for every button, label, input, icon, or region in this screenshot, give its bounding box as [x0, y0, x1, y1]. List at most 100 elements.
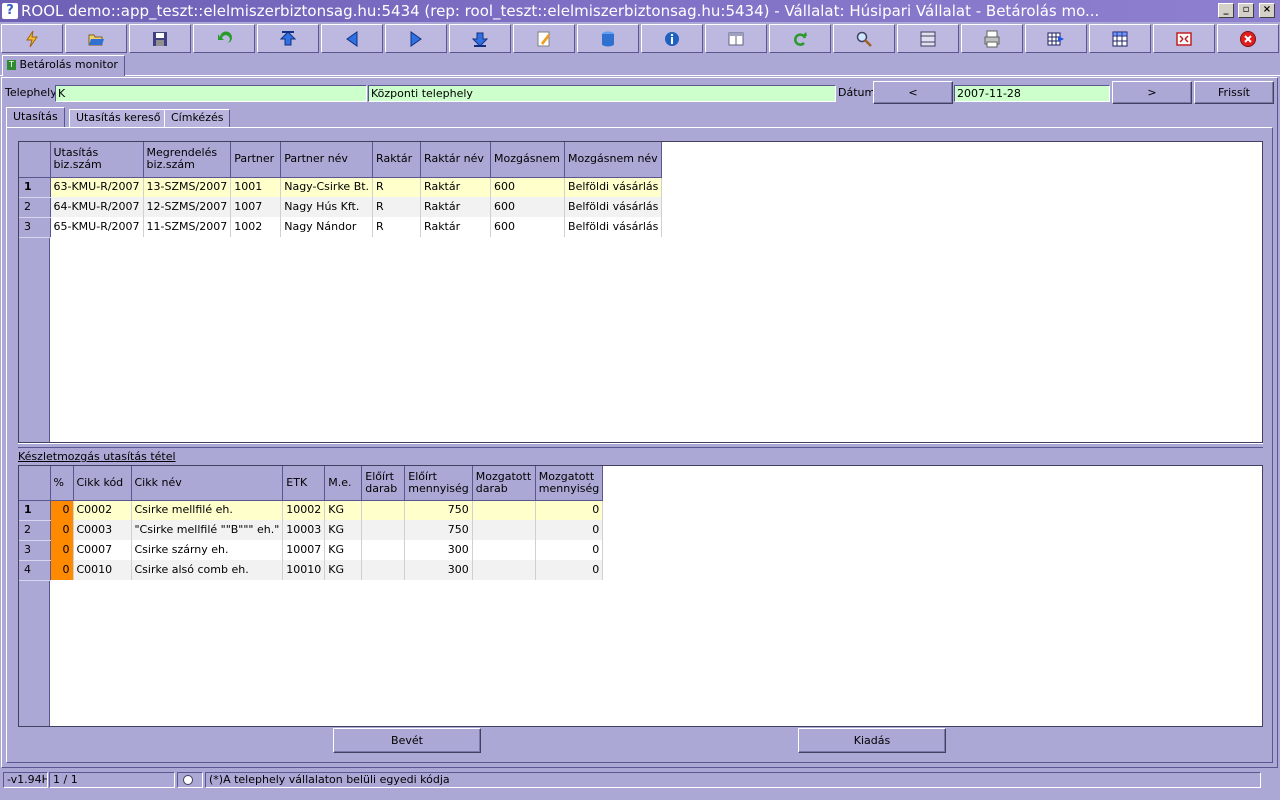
bevet-button[interactable]: Bevét [333, 728, 481, 753]
table-cell[interactable]: 1002 [230, 217, 282, 237]
table-cell[interactable]: 0 [535, 500, 604, 520]
utasitas-grid[interactable]: Utasítás biz.szám Megrendelés biz.szám P… [18, 141, 1263, 443]
table-row[interactable]: 3 65-KMU-R/2007 11-SZMS/2007 1002 Nagy Nándo… [19, 217, 663, 238]
table-cell[interactable] [472, 560, 536, 580]
table-cell[interactable]: Raktár [420, 197, 492, 217]
table-cell[interactable]: 0 [50, 540, 74, 560]
table-cell[interactable] [472, 520, 536, 540]
table-cell[interactable]: R [372, 217, 422, 237]
col-me[interactable]: M.e. [324, 466, 363, 501]
table-cell[interactable]: C0002 [73, 500, 132, 520]
table-cell[interactable]: Nagy-Csirke Bt. [280, 177, 374, 197]
info-button[interactable] [641, 24, 703, 53]
table-cell[interactable]: Raktár [420, 217, 492, 237]
last-record-button[interactable] [449, 24, 511, 53]
table-cell[interactable]: 0 [50, 560, 74, 580]
table-cell[interactable]: Raktár [420, 177, 492, 197]
col-mozgatott-mennyiseg[interactable]: Mozgatott mennyiség [535, 466, 604, 501]
edit-pencil-button[interactable] [513, 24, 575, 53]
tab-cimkezes[interactable]: Címkézés [164, 109, 231, 128]
close-window-button[interactable]: × [1259, 3, 1275, 18]
refresh-button[interactable]: Frissít [1194, 81, 1274, 104]
row-number[interactable]: 3 [19, 540, 51, 561]
table-cell[interactable]: 63-KMU-R/2007 [50, 177, 144, 197]
col-utasitas-biz[interactable]: Utasítás biz.szám [50, 142, 144, 178]
telephely-name-field[interactable]: Központi telephely [368, 85, 836, 102]
table-cell[interactable]: KG [324, 560, 363, 580]
table-cell[interactable] [472, 500, 536, 520]
first-record-button[interactable] [257, 24, 319, 53]
undo-arrow-button[interactable] [193, 24, 255, 53]
col-cikk-kod[interactable]: Cikk kód [73, 466, 132, 501]
table-cell[interactable]: 300 [404, 560, 473, 580]
tetel-grid[interactable]: % Cikk kód Cikk név ETK M.e. Előírt dara… [18, 465, 1263, 727]
col-mozgasnem[interactable]: Mozgásnem [490, 142, 566, 178]
table-cell[interactable]: 0 [535, 560, 604, 580]
table-cell[interactable]: R [372, 177, 422, 197]
col-etk[interactable]: ETK [282, 466, 326, 501]
table-cell[interactable]: 0 [50, 500, 74, 520]
minimize-button[interactable]: _ [1218, 3, 1234, 18]
col-cikk-nev[interactable]: Cikk név [131, 466, 284, 501]
col-mozgatott-darab[interactable]: Mozgatott darab [472, 466, 536, 501]
row-number[interactable]: 4 [19, 560, 51, 581]
table-cell[interactable]: Belföldi vásárlás [564, 177, 663, 197]
col-raktar-nev[interactable]: Raktár név [420, 142, 492, 178]
refresh-button[interactable] [769, 24, 831, 53]
search-button[interactable] [833, 24, 895, 53]
col-percent[interactable]: % [50, 466, 74, 501]
grid-settings-button[interactable] [1089, 24, 1151, 53]
table-cell[interactable] [361, 520, 406, 540]
lightning-button[interactable] [1, 24, 63, 53]
col-mozgasnem-nev[interactable]: Mozgásnem név [564, 142, 663, 178]
table-cell[interactable]: Belföldi vásárlás [564, 197, 663, 217]
table-cell[interactable]: 1001 [230, 177, 282, 197]
table-cell[interactable]: Csirke alsó comb eh. [131, 560, 284, 580]
table-cell[interactable]: 10007 [282, 540, 326, 560]
table-cell[interactable]: 10010 [282, 560, 326, 580]
table-cell[interactable]: 600 [490, 217, 566, 237]
row-number[interactable]: 1 [19, 177, 51, 198]
table-row[interactable]: 1 0 C0002 Csirke mellfilé eh. 10002 KG 750 0 [19, 500, 604, 521]
col-partner-nev[interactable]: Partner név [280, 142, 374, 178]
table-cell[interactable]: KG [324, 520, 363, 540]
table-cell[interactable]: C0003 [73, 520, 132, 540]
tab-utasitas-kereso[interactable]: Utasítás kereső [69, 109, 168, 128]
col-megrendeles-biz[interactable]: Megrendelés biz.szám [143, 142, 232, 178]
table-cell[interactable]: KG [324, 500, 363, 520]
row-number[interactable]: 2 [19, 197, 51, 218]
table-cell[interactable]: 0 [50, 520, 74, 540]
table-cell[interactable]: 11-SZMS/2007 [143, 217, 232, 237]
col-raktar[interactable]: Raktár [372, 142, 422, 178]
table-cell[interactable]: "Csirke mellfilé ""B""" eh." [131, 520, 284, 540]
prev-record-button[interactable] [321, 24, 383, 53]
table-cell[interactable]: 600 [490, 197, 566, 217]
table-cell[interactable]: 13-SZMS/2007 [143, 177, 232, 197]
table-cell[interactable]: Belföldi vásárlás [564, 217, 663, 237]
row-number[interactable]: 2 [19, 520, 51, 541]
row-number[interactable]: 3 [19, 217, 51, 238]
table-row[interactable]: 3 0 C0007 Csirke szárny eh. 10007 KG 300 0 [19, 540, 604, 561]
prev-date-button[interactable]: < [873, 81, 953, 104]
form-view-button[interactable] [705, 24, 767, 53]
table-cell[interactable] [472, 540, 536, 560]
open-folder-button[interactable] [65, 24, 127, 53]
col-eloirt-darab[interactable]: Előírt darab [361, 466, 406, 501]
row-number[interactable]: 1 [19, 500, 51, 521]
close-red-button[interactable] [1217, 24, 1279, 53]
next-date-button[interactable]: > [1112, 81, 1192, 104]
table-cell[interactable]: C0007 [73, 540, 132, 560]
table-cell[interactable] [361, 560, 406, 580]
table-cell[interactable]: 600 [490, 177, 566, 197]
table-cell[interactable]: 10003 [282, 520, 326, 540]
kiadas-button[interactable]: Kiadás [798, 728, 946, 753]
date-input[interactable]: 2007-11-28 [954, 85, 1110, 102]
grid-export-button[interactable] [1025, 24, 1087, 53]
table-cell[interactable]: 64-KMU-R/2007 [50, 197, 144, 217]
table-cell[interactable]: 0 [535, 540, 604, 560]
table-cell[interactable]: 300 [404, 540, 473, 560]
table-cell[interactable]: Nagy Hús Kft. [280, 197, 374, 217]
grid-splitter[interactable] [18, 443, 1263, 448]
table-row[interactable]: 2 64-KMU-R/2007 12-SZMS/2007 1007 Nagy Hús K… [19, 197, 663, 218]
fullscreen-button[interactable] [1153, 24, 1215, 53]
